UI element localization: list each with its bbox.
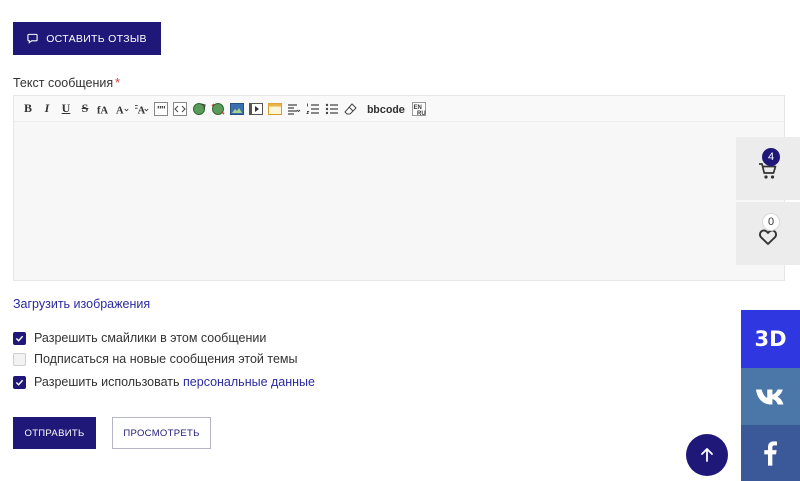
- message-textarea[interactable]: [14, 123, 784, 280]
- required-mark: *: [115, 76, 121, 90]
- align-button[interactable]: [286, 101, 302, 117]
- personal-data-option[interactable]: Разрешить использовать персональные данн…: [13, 374, 315, 390]
- unlink-icon: [211, 102, 225, 115]
- font-size-icon: A: [116, 105, 129, 116]
- clear-format-button[interactable]: [343, 101, 359, 117]
- svg-text:fA: fA: [97, 105, 108, 116]
- quote-button[interactable]: " ": [153, 101, 169, 117]
- code-icon: [173, 101, 187, 116]
- bold-button[interactable]: B: [20, 101, 36, 117]
- scroll-top-button[interactable]: [686, 434, 728, 476]
- translit-button[interactable]: EN RU: [411, 101, 427, 117]
- font-color-button[interactable]: A: [134, 101, 150, 117]
- message-field-label: Текст сообщения *: [13, 76, 121, 90]
- underline-button[interactable]: U: [58, 101, 74, 117]
- font-size-button[interactable]: A: [115, 101, 131, 117]
- video-button[interactable]: [248, 101, 264, 117]
- bbcode-button[interactable]: bbcode: [366, 101, 408, 117]
- editor-toolbar: B I U S fA A A " " bbcode EN RU: [14, 96, 784, 122]
- strikethrough-button[interactable]: S: [77, 101, 93, 117]
- allow-smileys-checkbox[interactable]: [13, 331, 26, 345]
- video-icon: [249, 102, 263, 115]
- wishlist-panel[interactable]: 0: [736, 202, 800, 265]
- 3d-label: 3D: [754, 327, 787, 351]
- check-icon: [15, 335, 24, 342]
- svg-text:bbcode: bbcode: [367, 105, 406, 116]
- svg-text:A: A: [138, 105, 146, 116]
- font-family-button[interactable]: fA: [96, 101, 112, 117]
- speech-bubble-icon: [27, 33, 38, 44]
- message-editor: B I U S fA A A " " bbcode EN RU: [13, 95, 785, 281]
- facebook-icon: [764, 440, 777, 466]
- font-family-icon: fA: [97, 105, 108, 116]
- svg-text:": ": [161, 105, 166, 116]
- align-icon: [288, 103, 301, 115]
- vk-icon: [755, 388, 783, 405]
- svg-text:RU: RU: [417, 111, 426, 116]
- table-button[interactable]: [267, 101, 283, 117]
- ordered-list-button[interactable]: [305, 101, 321, 117]
- check-icon: [15, 379, 24, 386]
- upload-images-link[interactable]: Загрузить изображения: [13, 297, 150, 311]
- unlink-button[interactable]: [210, 101, 226, 117]
- cart-panel[interactable]: 4: [736, 137, 800, 200]
- subscribe-option[interactable]: Подписаться на новые сообщения этой темы: [13, 351, 297, 367]
- facebook-button[interactable]: [741, 425, 800, 481]
- wishlist-count-badge: 0: [762, 213, 780, 231]
- 3d-button[interactable]: 3D: [741, 310, 800, 368]
- leave-review-label: ОСТАВИТЬ ОТЗЫВ: [46, 32, 147, 45]
- translit-icon: ENRU: [412, 101, 426, 116]
- link-icon: [193, 102, 206, 115]
- bbcode-icon: bbcode: [367, 105, 406, 116]
- italic-button[interactable]: I: [39, 101, 55, 117]
- font-color-icon: A: [135, 104, 149, 116]
- quote-icon: " ": [154, 101, 168, 116]
- allow-smileys-label: Разрешить смайлики в этом сообщении: [34, 331, 267, 345]
- subscribe-checkbox[interactable]: [13, 352, 26, 366]
- unordered-list-icon: [325, 103, 338, 114]
- image-icon: [230, 102, 244, 115]
- submit-button[interactable]: ОТПРАВИТЬ: [13, 417, 96, 449]
- image-button[interactable]: [229, 101, 245, 117]
- vk-button[interactable]: [741, 368, 800, 425]
- link-button[interactable]: [191, 101, 207, 117]
- code-button[interactable]: [172, 101, 188, 117]
- preview-button[interactable]: ПРОСМОТРЕТЬ: [112, 417, 211, 449]
- personal-data-label: Разрешить использовать персональные данн…: [34, 375, 315, 389]
- arrow-up-icon: [701, 448, 713, 462]
- leave-review-button[interactable]: ОСТАВИТЬ ОТЗЫВ: [13, 22, 161, 55]
- subscribe-label: Подписаться на новые сообщения этой темы: [34, 352, 298, 366]
- personal-data-link[interactable]: персональные данные: [183, 375, 315, 389]
- table-icon: [268, 102, 282, 115]
- svg-text:A: A: [116, 105, 124, 116]
- cart-count-badge: 4: [762, 148, 780, 166]
- ordered-list-icon: [306, 103, 319, 114]
- allow-smileys-option[interactable]: Разрешить смайлики в этом сообщении: [13, 330, 266, 346]
- eraser-icon: [344, 102, 357, 114]
- unordered-list-button[interactable]: [324, 101, 340, 117]
- personal-data-checkbox[interactable]: [13, 375, 26, 389]
